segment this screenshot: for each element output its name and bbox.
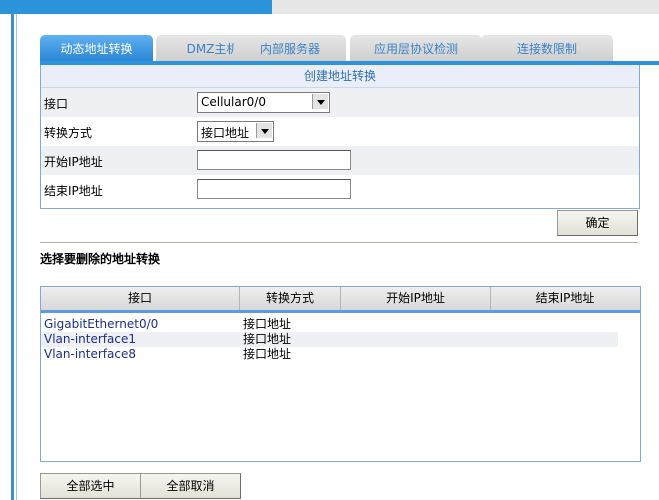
- left-border-inner: [16, 14, 17, 500]
- delete-section-title: 选择要删除的地址转换: [40, 252, 161, 266]
- row-interface: Vlan-interface1: [44, 332, 136, 346]
- nat-list: 接口 转换方式 开始IP地址 结束IP地址 GigabitEthernet0/0…: [40, 286, 641, 462]
- select-all-button[interactable]: 全部选中: [40, 473, 141, 499]
- tab-strip: 动态地址转换 DMZ主机 内部服务器 应用层协议检测 连接数限制: [40, 35, 659, 62]
- row-mode: 接口地址: [243, 317, 292, 331]
- column-header-mode: 转换方式: [240, 287, 341, 310]
- row-interface: Vlan-interface8: [44, 347, 136, 361]
- start-ip-label: 开始IP地址: [44, 155, 103, 169]
- column-header-interface: 接口: [41, 287, 240, 310]
- row-mode: 接口地址: [243, 347, 292, 361]
- start-ip-input[interactable]: [197, 150, 351, 170]
- create-nat-panel: 创建地址转换 接口 Cellular0/0 转换方式 接口地址 开始IP地址 结…: [40, 65, 640, 209]
- chevron-down-icon[interactable]: [256, 123, 272, 138]
- interface-select-value: Cellular0/0: [201, 95, 266, 109]
- deselect-all-button[interactable]: 全部取消: [140, 473, 241, 499]
- tab-connection-limit[interactable]: 连接数限制: [481, 35, 613, 61]
- interface-select[interactable]: Cellular0/0: [197, 92, 330, 113]
- end-ip-row: 结束IP地址: [41, 175, 639, 204]
- column-header-end-ip: 结束IP地址: [535, 291, 595, 305]
- column-header-start-ip: 开始IP地址: [341, 287, 491, 310]
- section-divider: [40, 242, 638, 243]
- row-mode: 接口地址: [243, 332, 292, 346]
- mode-select[interactable]: 接口地址: [197, 121, 274, 142]
- mode-row: 转换方式 接口地址: [41, 117, 639, 146]
- end-ip-label: 结束IP地址: [44, 184, 103, 198]
- start-ip-row: 开始IP地址: [41, 146, 639, 175]
- chevron-down-icon[interactable]: [312, 94, 328, 109]
- table-row[interactable]: Vlan-interface8 接口地址: [41, 347, 618, 362]
- panel-title: 创建地址转换: [41, 65, 639, 88]
- interface-label: 接口: [44, 97, 69, 111]
- tab-internal-server[interactable]: 内部服务器: [234, 35, 346, 61]
- table-row[interactable]: GigabitEthernet0/0 接口地址: [41, 317, 618, 332]
- top-bar-accent: [0, 0, 272, 14]
- row-interface: GigabitEthernet0/0: [44, 317, 159, 331]
- mode-label: 转换方式: [44, 126, 93, 140]
- left-border: [11, 14, 14, 500]
- mode-select-value: 接口地址: [201, 126, 250, 140]
- table-row[interactable]: Vlan-interface1 接口地址: [41, 332, 618, 347]
- interface-row: 接口 Cellular0/0: [41, 88, 639, 117]
- tab-alg-detection[interactable]: 应用层协议检测: [350, 35, 482, 61]
- tab-dynamic-nat[interactable]: 动态地址转换: [40, 35, 153, 61]
- confirm-button[interactable]: 确定: [557, 210, 638, 236]
- end-ip-input[interactable]: [197, 179, 351, 199]
- table-header: 接口 转换方式 开始IP地址 结束IP地址: [41, 287, 640, 313]
